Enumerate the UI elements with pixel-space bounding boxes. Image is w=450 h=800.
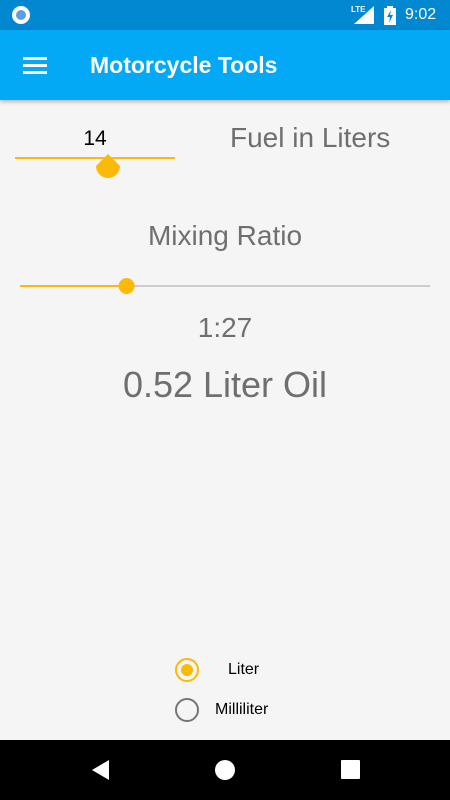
clock: 9:02: [405, 6, 437, 23]
signal-icon: [354, 6, 374, 24]
app-bar: Motorcycle Tools: [0, 30, 450, 100]
page-title: Motorcycle Tools: [90, 52, 278, 78]
app-notification-icon: [12, 6, 30, 24]
hamburger-menu-icon[interactable]: [22, 54, 48, 76]
home-icon[interactable]: [213, 758, 237, 782]
radio-liter-label: Liter: [228, 661, 260, 678]
radio-liter[interactable]: Liter: [172, 656, 322, 686]
mixing-ratio-thumb: [118, 278, 135, 294]
status-bar: LTE 9:02: [0, 0, 450, 30]
mixing-ratio-label: Mixing Ratio: [147, 220, 303, 251]
fuel-input-slider[interactable]: [15, 150, 175, 180]
radio-milliliter-indicator[interactable]: [175, 698, 199, 722]
battery-charging-icon: [384, 6, 396, 25]
navigation-bar: [0, 740, 450, 800]
radio-milliliter-label: Milliliter: [215, 701, 269, 718]
oil-result: 0.52 Liter Oil: [122, 364, 328, 405]
radio-liter-indicator[interactable]: [175, 658, 199, 682]
recents-icon[interactable]: [339, 758, 363, 782]
mixing-ratio-slider[interactable]: [20, 276, 430, 296]
fuel-label: Fuel in Liters: [230, 122, 391, 153]
fuel-value: 14: [83, 127, 107, 150]
ratio-value: 1:27: [197, 312, 253, 343]
back-icon[interactable]: [89, 758, 113, 782]
radio-milliliter[interactable]: Milliliter: [172, 696, 322, 726]
